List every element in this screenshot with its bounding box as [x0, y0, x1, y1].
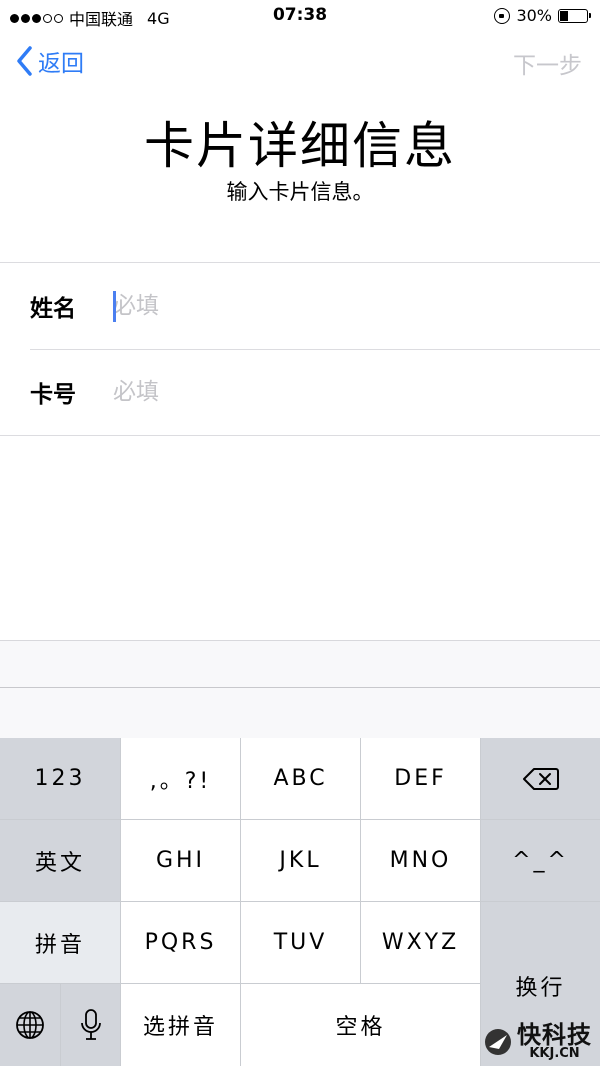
card-number-input[interactable]: [113, 372, 600, 412]
key-jkl[interactable]: JKL: [241, 820, 360, 901]
rotation-lock-icon: [494, 7, 511, 24]
candidate-bar: [0, 640, 600, 688]
back-button[interactable]: 返回: [16, 44, 84, 78]
key-mno[interactable]: MNO: [361, 820, 480, 901]
key-abc[interactable]: ABC: [241, 738, 360, 819]
microphone-icon: [80, 1009, 101, 1040]
microphone-key[interactable]: [61, 984, 120, 1066]
text-caret: [113, 291, 116, 322]
key-emoticon[interactable]: ^_^: [481, 820, 600, 901]
key-pqrs[interactable]: PQRS: [121, 902, 240, 983]
back-label: 返回: [38, 51, 84, 77]
backspace-icon: [522, 767, 559, 790]
chevron-left-icon: [17, 46, 32, 76]
kkj-watermark: 快科技 KKJ.CN: [483, 1023, 592, 1060]
card-details-form: 姓名 卡号: [0, 262, 600, 436]
key-english[interactable]: 英文: [0, 820, 120, 901]
space-key[interactable]: 空格: [241, 984, 480, 1066]
key-punctuation[interactable]: ,。?!: [121, 738, 240, 819]
status-right: 30%: [494, 6, 591, 25]
backspace-key[interactable]: [481, 738, 600, 819]
key-ghi[interactable]: GHI: [121, 820, 240, 901]
key-def[interactable]: DEF: [361, 738, 480, 819]
watermark-domain: KKJ.CN: [529, 1046, 580, 1061]
globe-key[interactable]: [0, 984, 60, 1066]
key-select-pinyin[interactable]: 选拼音: [121, 984, 240, 1066]
name-label: 姓名: [30, 296, 76, 322]
key-123[interactable]: 123: [0, 738, 120, 819]
card-number-row: 卡号: [0, 349, 600, 435]
key-pinyin[interactable]: 拼音: [0, 902, 120, 983]
navigation-bar: 返回 下一步: [0, 32, 600, 92]
name-row: 姓名: [0, 263, 600, 349]
next-button[interactable]: 下一步: [513, 46, 582, 80]
battery-percent: 30%: [516, 6, 552, 25]
key-tuv[interactable]: TUV: [241, 902, 360, 983]
page-subtitle: 输入卡片信息。: [226, 180, 374, 204]
keyboard-top-spacer: [0, 688, 600, 738]
keyboard: 123 ,。?! ABC DEF 英文 GHI JKL MNO ^_^ 拼音 P…: [0, 738, 600, 1066]
watermark-brand: 快科技: [517, 1021, 592, 1049]
card-number-label: 卡号: [30, 382, 76, 408]
name-input[interactable]: [113, 286, 600, 326]
globe-icon: [16, 1011, 44, 1039]
status-bar: 中国联通 4G 07:38 30%: [0, 0, 600, 32]
kkj-logo-icon: [485, 1028, 511, 1055]
key-wxyz[interactable]: WXYZ: [361, 902, 480, 983]
page-title: 卡片详细信息: [144, 117, 456, 175]
battery-icon: [558, 8, 591, 23]
